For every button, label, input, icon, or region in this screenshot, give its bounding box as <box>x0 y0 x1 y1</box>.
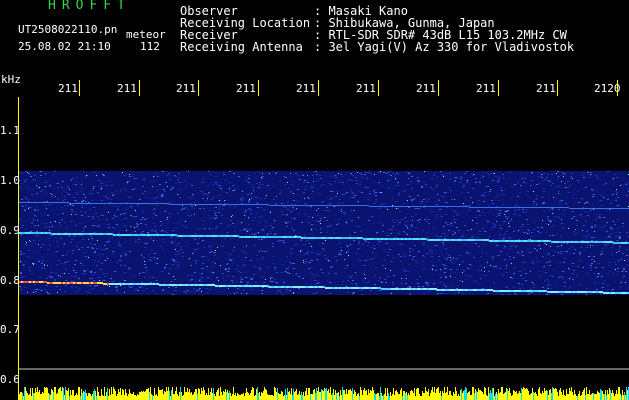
freq-unit-label: kHz <box>1 73 21 86</box>
spectrogram-plot <box>19 97 629 400</box>
time-tick-mark <box>617 80 618 96</box>
time-tick-label: 211 <box>117 82 137 95</box>
meta-label-antenna: Receiving Antenna <box>180 40 303 54</box>
time-tick-label: 211 <box>296 82 316 95</box>
time-tick-mark <box>557 80 558 96</box>
time-tick-label: 211 <box>536 82 556 95</box>
time-tick-mark <box>318 80 319 96</box>
time-tick-mark <box>139 80 140 96</box>
freq-tick-label: 0.6 <box>0 373 20 386</box>
time-tick-label: 211 <box>176 82 196 95</box>
time-tick-label: 211 <box>476 82 496 95</box>
time-tick-label: 211 <box>356 82 376 95</box>
time-tick-mark <box>198 80 199 96</box>
time-tick-label: 211 <box>236 82 256 95</box>
time-tick-mark <box>378 80 379 96</box>
time-tick-mark <box>258 80 259 96</box>
time-tick-label: 211 <box>58 82 78 95</box>
time-tick-mark <box>498 80 499 96</box>
file-name: UT2508022110.pn <box>18 23 118 36</box>
freq-tick-label: 1.0 <box>0 174 20 187</box>
spectrogram-noise <box>19 171 629 295</box>
meteor-count: 112 <box>140 40 160 53</box>
capture-datetime: 25.08.02 21:10 <box>18 40 111 53</box>
freq-tick-label: 0.8 <box>0 274 20 287</box>
time-tick-mark <box>79 80 80 96</box>
freq-tick-label: 0.7 <box>0 323 20 336</box>
time-tick-mark <box>438 80 439 96</box>
meta-value-antenna: : 3el Yagi(V) Az 330 for Vladivostok <box>314 40 575 54</box>
freq-tick-label: 0.9 <box>0 224 20 237</box>
app-brand: HROFFT <box>48 0 131 13</box>
freq-tick-label: 1.1 <box>0 124 20 137</box>
time-tick-label: 211 <box>416 82 436 95</box>
